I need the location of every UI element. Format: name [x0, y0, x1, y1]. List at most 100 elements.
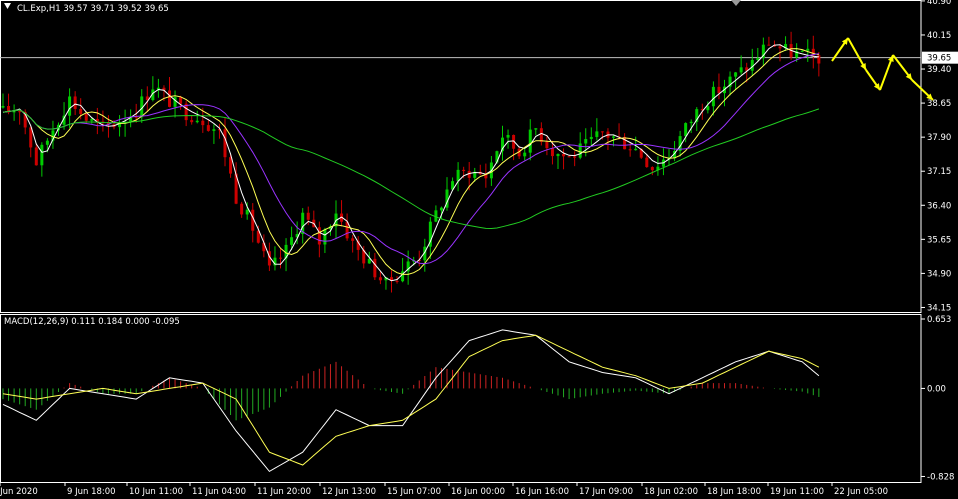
y-tick-label: 34.90: [927, 269, 951, 279]
candle-body: [195, 120, 199, 123]
candle-body: [245, 209, 249, 215]
macd-label: MACD(12,26,9) 0.111 0.184 0.000 -0.095: [4, 317, 180, 327]
candle-body: [323, 229, 327, 245]
signal-line: [2, 334, 820, 466]
candle-body: [34, 147, 38, 166]
candle-body: [550, 148, 554, 157]
candle-body: [190, 120, 194, 123]
candle-body: [734, 72, 738, 77]
x-tick-label: 18 Jun 02:00: [644, 487, 698, 497]
candle-body: [534, 128, 538, 130]
candle-body: [634, 148, 638, 151]
candle-body: [395, 280, 399, 282]
candle-body: [201, 120, 205, 126]
macd-y-tick-label: 0.00: [927, 384, 946, 394]
macd-line: [2, 329, 820, 473]
candle-body: [573, 156, 577, 158]
candle-body: [589, 136, 593, 140]
candle-body: [739, 67, 743, 73]
candle-body: [168, 90, 171, 107]
y-tick-label: 40.15: [927, 31, 951, 41]
candle-body: [279, 257, 282, 259]
y-tick-label: 34.15: [927, 303, 951, 313]
candle-body: [650, 167, 654, 171]
candle-body: [206, 125, 210, 131]
candle-body: [767, 44, 771, 46]
candle-body: [711, 86, 715, 107]
ma-mid-line: [2, 48, 820, 275]
candle-body: [600, 131, 604, 133]
candle-body: [806, 48, 810, 51]
candle-body: [90, 118, 94, 121]
x-tick-label: 11 Jun 20:00: [257, 487, 311, 497]
x-tick-label: 15 Jun 07:00: [387, 487, 441, 497]
candle-body: [84, 113, 88, 121]
candle-body: [706, 106, 710, 111]
candle-body: [45, 140, 49, 145]
candle-body: [212, 129, 216, 131]
candle-body: [717, 86, 721, 94]
x-tick-label: 9 Jun 18:00: [67, 487, 116, 497]
candle-body: [584, 139, 588, 144]
current-price-label: 39.65: [927, 54, 951, 64]
candle-body: [290, 237, 294, 245]
price-chart: 40.90 40.15 39.40 38.65 37.90 37.15 36.40 35.65…: [0, 0, 958, 497]
dropdown-triangle-icon: [4, 3, 11, 9]
candle-body: [645, 157, 649, 168]
ma-fast-line: [2, 44, 819, 282]
candle-body: [223, 129, 227, 158]
candle-body: [351, 238, 355, 241]
candle-body: [545, 141, 549, 149]
x-tick-label: 18 Jun 18:00: [707, 487, 761, 497]
candle-body: [578, 143, 582, 158]
candle-body: [240, 203, 244, 215]
candle-body: [567, 156, 571, 158]
x-tick-label: 22 Jun 05:00: [834, 487, 888, 497]
candle-body: [18, 111, 22, 113]
candle-body: [378, 277, 382, 281]
x-tick-label: 17 Jun 09:00: [579, 487, 633, 497]
candle-body: [40, 144, 44, 166]
candle-body: [179, 97, 183, 104]
x-tick-label: 11 Jun 04:00: [192, 487, 246, 497]
candle-body: [173, 97, 177, 107]
candle-body: [523, 152, 527, 157]
x-tick-label: 8 Jun 2020: [0, 487, 38, 497]
symbol-header: CL.Exp,H1 39.57 39.71 39.52 39.65: [17, 4, 169, 14]
candle-body: [506, 134, 510, 138]
x-tick-label: 19 Jun 11:00: [770, 487, 824, 497]
candle-body: [778, 46, 782, 49]
macd-pane-border: [0, 314, 922, 483]
y-tick-label: 40.90: [927, 0, 951, 7]
y-tick-label: 37.90: [927, 133, 951, 143]
candle-body: [612, 136, 615, 138]
scroll-marker-icon: [731, 0, 741, 6]
y-tick-label: 38.65: [927, 99, 951, 109]
candle-body: [595, 131, 599, 137]
x-tick-label: 16 Jun 00:00: [451, 487, 505, 497]
candle-body: [12, 111, 16, 113]
candle-body: [1, 105, 5, 108]
candle-body: [562, 153, 566, 157]
candle-body: [373, 258, 377, 278]
candle-body: [317, 227, 321, 245]
candle-body: [306, 212, 310, 220]
macd-y-tick-label: -0.828: [927, 472, 954, 482]
price-pane-border: [0, 0, 922, 313]
candle-body: [439, 207, 443, 211]
candle-body: [539, 128, 543, 142]
x-tick-label: 10 Jun 11:00: [129, 487, 183, 497]
ma-slow-line: [2, 53, 819, 265]
macd-y-tick-label: 0.653: [927, 315, 951, 325]
candle-body: [79, 108, 83, 114]
candle-body: [73, 96, 77, 109]
y-tick-label: 37.15: [927, 167, 951, 177]
candle-body: [528, 129, 532, 153]
candle-body: [462, 169, 466, 171]
candle-body: [68, 96, 72, 116]
candle-body: [628, 149, 632, 151]
y-tick-label: 39.40: [927, 65, 951, 75]
x-tick-label: 12 Jun 13:00: [322, 487, 376, 497]
candle-body: [556, 153, 560, 157]
y-tick-label: 36.40: [927, 201, 951, 211]
